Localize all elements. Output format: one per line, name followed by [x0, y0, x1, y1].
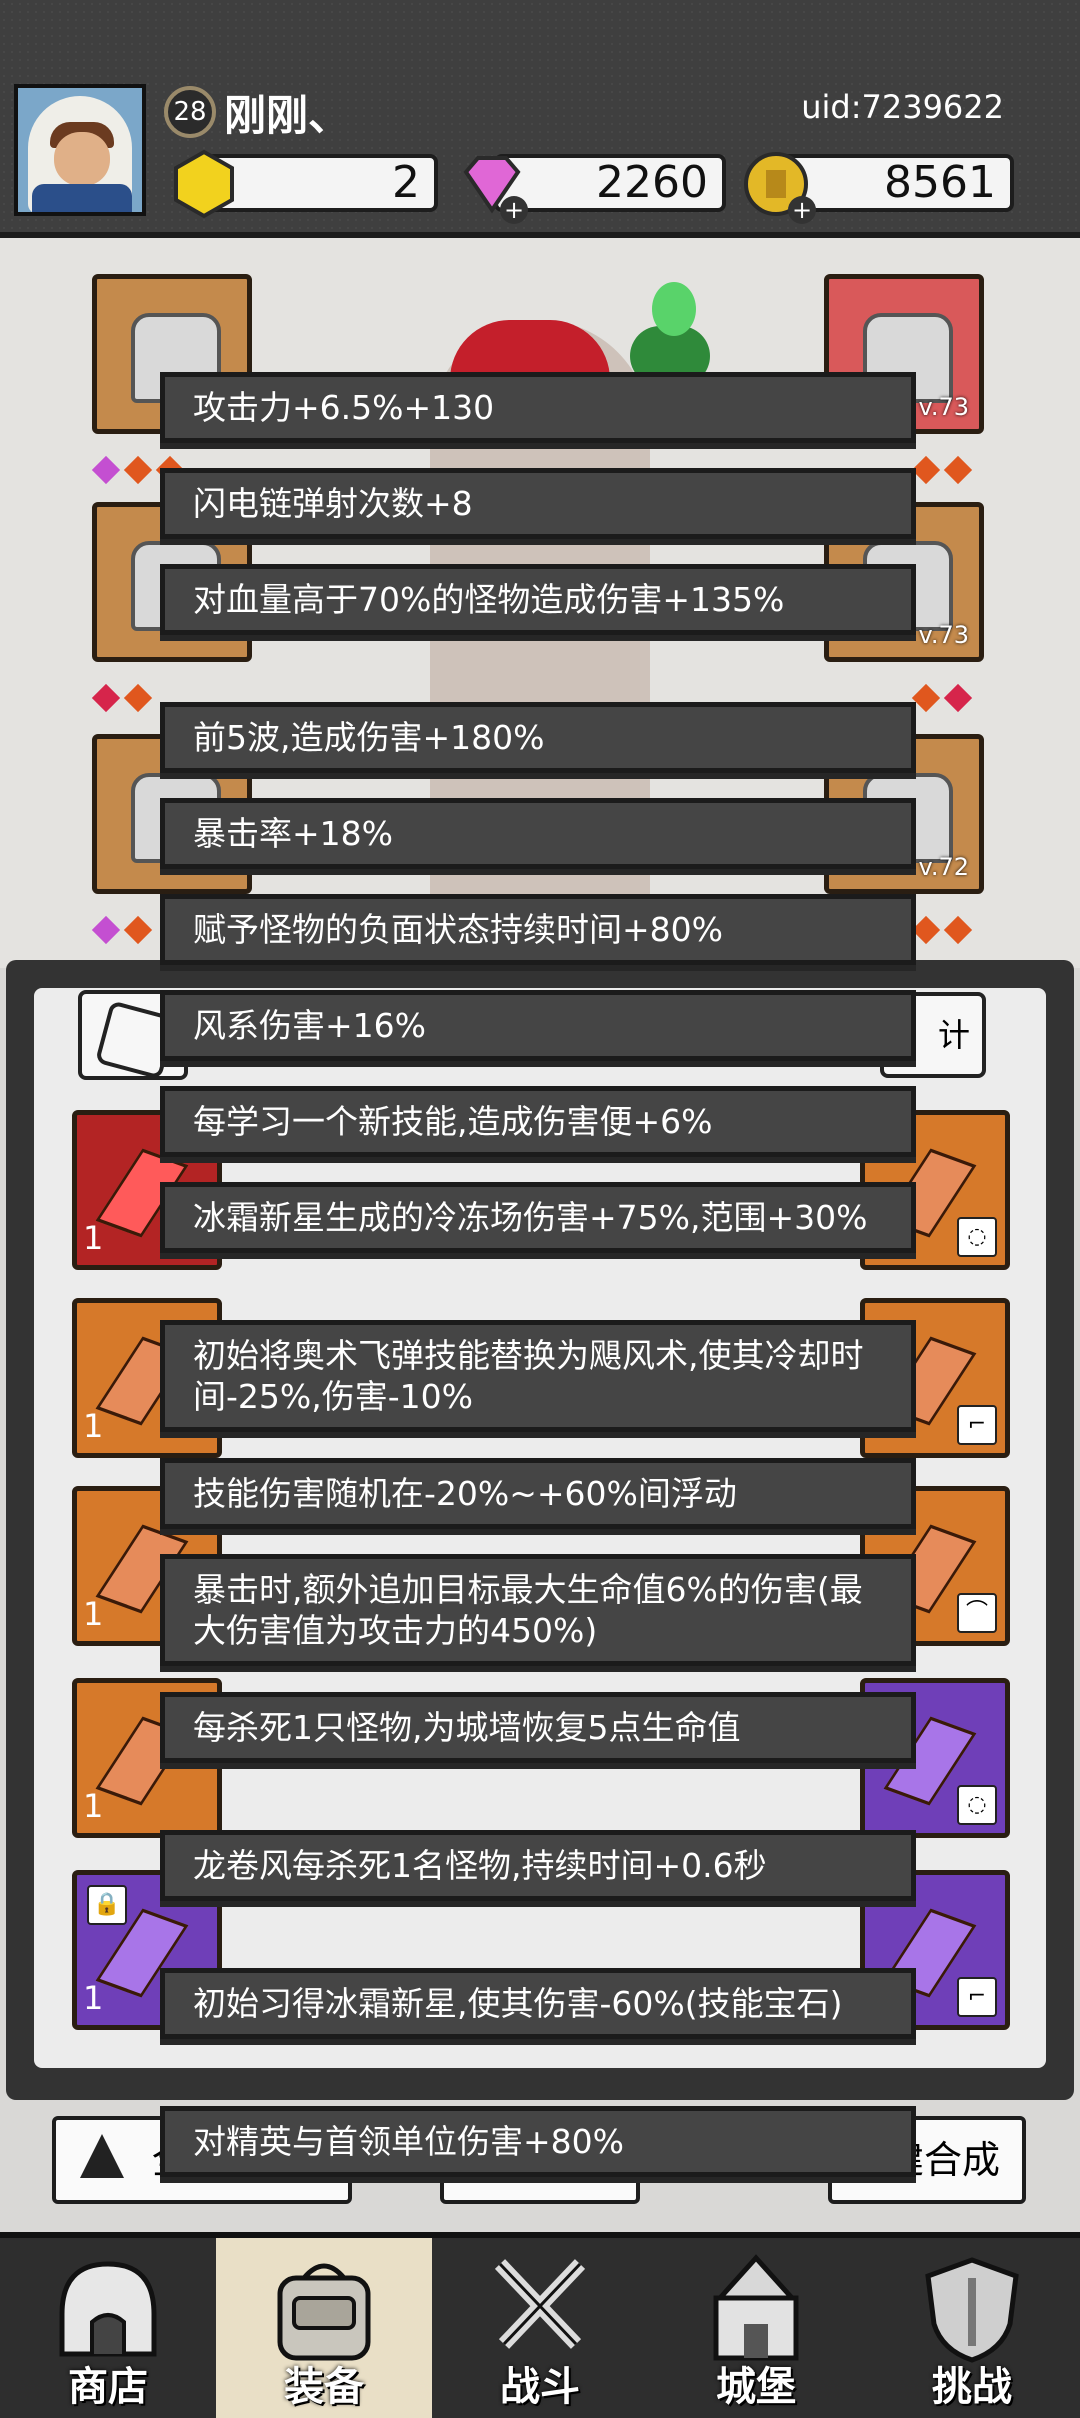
nav-label: 装备	[284, 2364, 364, 2410]
gem-row	[910, 455, 974, 488]
castle-icon	[713, 2254, 799, 2361]
tile-count: 1	[83, 1407, 104, 1445]
add-coin-icon[interactable]: +	[788, 196, 816, 224]
crossed-swords-icon	[494, 2259, 586, 2349]
boot-icon: ⌐	[957, 1977, 997, 2017]
nav-label: 战斗	[500, 2364, 580, 2410]
shop-icon	[59, 2261, 157, 2357]
tile-count: 1	[83, 1595, 104, 1633]
effect-line: 初始习得冰霜新星,使其伤害-60%(技能宝石)	[160, 1968, 916, 2039]
gem-row	[910, 683, 974, 716]
backpack-icon	[277, 2263, 371, 2361]
player-name: 刚刚、	[224, 91, 351, 140]
effect-line: 风系伤害+16%	[160, 990, 916, 1061]
nav-label: 商店	[68, 2364, 148, 2410]
diamond-counter[interactable]: 2260	[494, 154, 726, 212]
shield-icon	[925, 2257, 1019, 2363]
green-gem-icon	[652, 282, 696, 336]
effect-line: 每学习一个新技能,造成伤害便+6%	[160, 1086, 916, 1157]
equip-level: v.72	[918, 853, 969, 881]
lock-icon: 🔒	[87, 1885, 127, 1925]
effect-line: 攻击力+6.5%+130	[160, 372, 916, 443]
boot-icon: ⌐	[957, 1405, 997, 1445]
effect-line: 暴击时,额外追加目标最大生命值6%的伤害(最大伤害值为攻击力的450%)	[160, 1554, 916, 1666]
add-diamond-icon[interactable]: +	[500, 196, 528, 224]
effect-line: 技能伤害随机在-20%~+60%间浮动	[160, 1458, 916, 1529]
effect-line: 每杀死1只怪物,为城墙恢复5点生命值	[160, 1692, 916, 1763]
nav-equipment[interactable]: 装备	[216, 2238, 432, 2418]
effect-line: 对血量高于70%的怪物造成伤害+135%	[160, 564, 916, 635]
helmet-icon: ⌒	[957, 1593, 997, 1633]
effect-line: 暴击率+18%	[160, 798, 916, 869]
equip-level: v.73	[918, 393, 969, 421]
tile-count: 1	[83, 1787, 104, 1825]
player-avatar[interactable]	[14, 84, 146, 216]
tile-count: 1	[83, 1219, 104, 1257]
coin-counter[interactable]: 8561	[780, 154, 1014, 212]
player-uid: uid:7239622	[801, 88, 1004, 126]
gem-row	[910, 915, 974, 948]
effect-line: 闪电链弹射次数+8	[160, 468, 916, 539]
effect-line: 前5波,造成伤害+180%	[160, 702, 916, 773]
effect-line: 赋予怪物的负面状态持续时间+80%	[160, 894, 916, 965]
element-icon: ◌	[957, 1217, 997, 1257]
gold-hex-icon	[174, 149, 234, 219]
nav-challenge[interactable]: 挑战	[864, 2238, 1080, 2418]
effect-line: 对精英与首领单位伤害+80%	[160, 2106, 916, 2177]
nav-label: 城堡	[716, 2364, 796, 2410]
effect-line: 初始将奥术飞弹技能替换为飓风术,使其冷却时间-25%,伤害-10%	[160, 1320, 916, 1432]
element-icon: ◌	[957, 1785, 997, 1825]
nav-castle[interactable]: 城堡	[648, 2238, 864, 2418]
up-arrow-icon	[80, 2134, 124, 2178]
top-bar: 28 刚刚、 uid:7239622 2 2260 + 8561 +	[0, 0, 1080, 238]
equip-level: v.73	[918, 621, 969, 649]
effect-line: 龙卷风每杀死1名怪物,持续时间+0.6秒	[160, 1830, 916, 1901]
bottom-nav: 商店 装备 战斗 城堡 挑战	[0, 2232, 1080, 2418]
gem-row	[90, 683, 154, 716]
gem-row	[90, 915, 154, 948]
gold-hex-counter: 2	[206, 154, 438, 212]
nav-battle[interactable]: 战斗	[432, 2238, 648, 2418]
nav-shop[interactable]: 商店	[0, 2238, 216, 2418]
effect-line: 冰霜新星生成的冷冻场伤害+75%,范围+30%	[160, 1182, 916, 1253]
nav-label: 挑战	[932, 2364, 1012, 2410]
player-level-badge: 28	[164, 86, 216, 138]
tile-count: 1	[83, 1979, 104, 2017]
